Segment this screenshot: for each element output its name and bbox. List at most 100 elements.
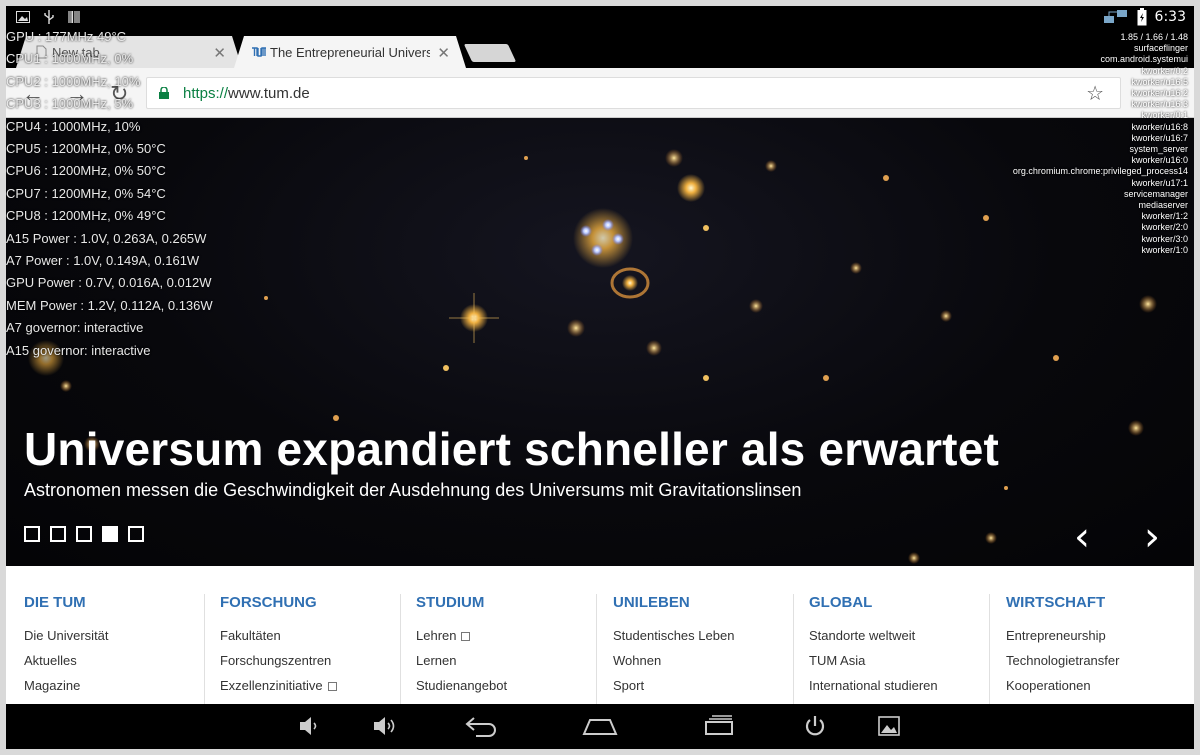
- menu-link[interactable]: Die Universität: [24, 628, 200, 653]
- menu-heading[interactable]: GLOBAL: [809, 594, 985, 611]
- menu-link[interactable]: Studienangebot: [416, 678, 592, 703]
- process-line: surfaceflinger: [1133, 43, 1188, 54]
- volume-down-icon[interactable]: [298, 714, 320, 738]
- address-bar[interactable]: https://www.tum.de ☆: [146, 77, 1121, 109]
- cpu-stat-line: GPU : 177MHz 49°C: [6, 29, 127, 44]
- menu-link[interactable]: International studieren: [809, 678, 985, 703]
- process-line: 1.85 / 1.66 / 1.48: [1120, 32, 1188, 42]
- process-line: kworker/u16:5: [1131, 76, 1188, 87]
- menu-link[interactable]: Wohnen: [613, 653, 789, 678]
- hero-subtitle: Astronomen messen die Geschwindigkeit de…: [24, 480, 802, 500]
- next-slide-button[interactable]: ›: [1144, 514, 1160, 560]
- tab-close-button[interactable]: ✕: [213, 44, 226, 62]
- menu-link[interactable]: Kooperationen: [1006, 678, 1182, 703]
- menu-link[interactable]: Aktuelles: [24, 653, 200, 678]
- menu-link-label: Exzellenzinitiative: [220, 678, 323, 693]
- column-divider: [989, 594, 990, 704]
- menu-link[interactable]: Lernen: [416, 653, 592, 678]
- process-line: kworker/1:0: [1141, 244, 1188, 255]
- menu-link[interactable]: Forschungszentren: [220, 653, 396, 678]
- slide-dot-3[interactable]: [76, 526, 92, 542]
- process-line: kworker/u16:0: [1131, 155, 1188, 166]
- previous-slide-button[interactable]: ‹: [1074, 514, 1090, 560]
- cpu-stat-line: A15 governor: interactive: [6, 342, 151, 358]
- tab-tum[interactable]: The Entrepreneurial University ✕: [234, 36, 466, 68]
- new-tab-button[interactable]: [463, 44, 517, 62]
- slide-dot-1[interactable]: [24, 526, 40, 542]
- cpu-stat-line: A15 Power : 1.0V, 0.263A, 0.265W: [6, 230, 207, 246]
- cpu-stat-line: CPU8 : 1200MHz, 0% 49°C: [6, 208, 166, 224]
- device-screen: 6:33 New tab ✕ The Entrepreneurial Unive…: [6, 6, 1194, 749]
- menu-heading[interactable]: DIE TUM: [24, 594, 200, 611]
- menu-link[interactable]: Entrepreneurship: [1006, 628, 1182, 653]
- process-line: kworker/u16:8: [1131, 121, 1188, 132]
- slide-dot-2[interactable]: [50, 526, 66, 542]
- menu-column-die-tum: DIE TUM Die Universität Aktuelles Magazi…: [24, 594, 200, 703]
- usb-icon: [44, 10, 54, 24]
- menu-heading[interactable]: STUDIUM: [416, 594, 592, 611]
- menu-heading[interactable]: FORSCHUNG: [220, 594, 396, 611]
- menu-column-global: GLOBAL Standorte weltweit TUM Asia Inter…: [809, 594, 985, 703]
- process-line: kworker/0:1: [1141, 110, 1188, 121]
- menu-link[interactable]: Technologietransfer: [1006, 653, 1182, 678]
- cpu-stat-line: A7 Power : 1.0V, 0.149A, 0.161W: [6, 253, 200, 269]
- cpu-stat-line: CPU1 : 1000MHz, 0%: [6, 51, 134, 67]
- tab-close-button[interactable]: ✕: [437, 44, 450, 62]
- cpu-stat-line: CPU3 : 1000MHz, 5%: [6, 96, 134, 112]
- menu-link[interactable]: Exzellenzinitiative: [220, 678, 396, 703]
- tab-title: The Entrepreneurial University: [270, 44, 430, 60]
- process-line: system_server: [1129, 144, 1188, 155]
- process-line: kworker/3:0: [1141, 233, 1188, 244]
- network-icon: [1103, 10, 1127, 23]
- process-line: kworker/1:2: [1141, 211, 1188, 222]
- cpu-stat-line: CPU2 : 1000MHz, 10%: [6, 73, 141, 89]
- column-divider: [400, 594, 401, 704]
- process-list-overlay: 1.85 / 1.66 / 1.48 surfaceflinger com.andr…: [1013, 32, 1188, 256]
- process-line: kworker/u16:7: [1131, 132, 1188, 143]
- menu-column-wirtschaft: WIRTSCHAFT Entrepreneurship Technologiet…: [1006, 594, 1182, 703]
- menu-column-studium: STUDIUM Lehren Lernen Studienangebot: [416, 594, 592, 703]
- menu-link[interactable]: Lehren: [416, 628, 592, 653]
- screenshot-icon[interactable]: [878, 714, 900, 738]
- process-line: kworker/2:0: [1141, 222, 1188, 233]
- slide-indicators: [24, 526, 144, 542]
- process-line: kworker/u16:2: [1131, 88, 1188, 99]
- process-line: kworker/0:2: [1141, 65, 1188, 76]
- menu-link[interactable]: Magazine: [24, 678, 200, 703]
- cpu-stats-overlay: GPU : 177MHz 49°C CPU1 : 1000MHz, 0% CPU2 …: [6, 26, 213, 362]
- slide-dot-5[interactable]: [128, 526, 144, 542]
- barcode-icon: [68, 11, 80, 23]
- cpu-stat-line: CPU4 : 1000MHz, 10%: [6, 118, 141, 134]
- menu-link[interactable]: Sport: [613, 678, 789, 703]
- recents-icon[interactable]: [702, 714, 736, 738]
- battery-icon: [1137, 8, 1147, 26]
- column-divider: [793, 594, 794, 704]
- menu-column-forschung: FORSCHUNG Fakultäten Forschungszentren E…: [220, 594, 396, 703]
- hero-title[interactable]: Universum expandiert schneller als erwar…: [24, 422, 999, 476]
- volume-up-icon[interactable]: [372, 714, 398, 738]
- menu-heading[interactable]: UNILEBEN: [613, 594, 789, 611]
- tum-logo-icon: [252, 45, 266, 59]
- external-link-icon: [461, 632, 471, 641]
- cpu-stat-line: CPU5 : 1200MHz, 0% 50°C: [6, 141, 166, 157]
- gallery-icon: [16, 11, 30, 23]
- process-line: com.android.systemui: [1100, 54, 1188, 65]
- column-divider: [596, 594, 597, 704]
- menu-heading[interactable]: WIRTSCHAFT: [1006, 594, 1182, 611]
- slide-dot-4[interactable]: [102, 526, 118, 542]
- home-icon[interactable]: [582, 714, 618, 738]
- process-line: kworker/u17:1: [1131, 177, 1188, 188]
- external-link-icon: [327, 682, 337, 691]
- power-icon[interactable]: [804, 714, 826, 738]
- menu-link[interactable]: Studentisches Leben: [613, 628, 789, 653]
- cpu-stat-line: GPU Power : 0.7V, 0.016A, 0.012W: [6, 275, 212, 291]
- back-icon[interactable]: [464, 714, 498, 738]
- process-line: org.chromium.chrome:privileged_process14: [1012, 166, 1188, 177]
- android-navigation-bar: [6, 704, 1194, 749]
- menu-link-label: Lehren: [416, 628, 457, 643]
- menu-link[interactable]: Standorte weltweit: [809, 628, 985, 653]
- menu-link[interactable]: Fakultäten: [220, 628, 396, 653]
- url-host: www.tum.de: [228, 84, 310, 102]
- menu-column-unileben: UNILEBEN Studentisches Leben Wohnen Spor…: [613, 594, 789, 703]
- menu-link[interactable]: TUM Asia: [809, 653, 985, 678]
